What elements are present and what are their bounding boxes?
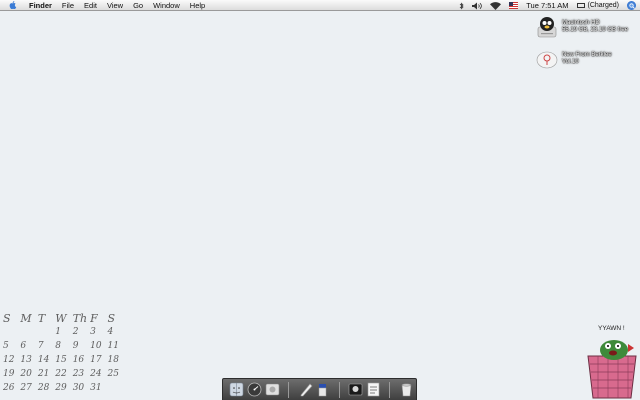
calendar-weekdays: S M T W Th F S — [3, 312, 125, 327]
calendar-day: 31 — [90, 383, 102, 393]
calendar-day: 5 — [3, 341, 9, 351]
calendar-week: 12 13 14 15 16 17 18 — [3, 355, 125, 369]
weekday: T — [37, 312, 46, 325]
terminal-icon[interactable] — [348, 382, 364, 398]
calendar-day: 15 — [55, 355, 67, 365]
calendar-week: 1 2 3 4 — [3, 327, 125, 341]
weekday: Th — [72, 312, 88, 325]
desktop-icon-label: New From Berklee Vol.10 — [562, 52, 612, 66]
dock-separator — [389, 381, 391, 398]
pencil-icon[interactable] — [297, 382, 313, 398]
calendar-day: 20 — [20, 369, 32, 379]
document-icon[interactable] — [365, 382, 381, 398]
berklee-detail: Vol.10 — [562, 59, 579, 65]
weekday: F — [90, 312, 98, 325]
battery-status[interactable]: (Charged) — [577, 2, 619, 9]
calendar-day: 2 — [72, 327, 79, 337]
menu-file[interactable]: File — [62, 0, 74, 11]
calendar-day: 18 — [107, 355, 119, 365]
glass-icon[interactable] — [315, 382, 331, 398]
calendar-day: 11 — [107, 341, 119, 351]
calendar-day: 17 — [90, 355, 102, 365]
calendar-day: 4 — [107, 327, 114, 337]
calendar-week: 5 6 7 8 9 10 11 — [3, 341, 125, 355]
desktop-icon-label: Macintosh HD 55.19 GB, 23.19 GB free — [562, 20, 628, 34]
calendar-day: 7 — [37, 341, 44, 351]
bluetooth-icon[interactable] — [459, 2, 464, 10]
calendar-week: 26 27 28 29 30 31 — [3, 383, 125, 397]
dock-separator — [338, 381, 340, 398]
calendar-day: 9 — [72, 341, 79, 351]
menu-edit[interactable]: Edit — [84, 0, 97, 11]
calendar-day — [108, 383, 125, 397]
calendar-day: 16 — [72, 355, 85, 365]
app-icon[interactable] — [265, 382, 281, 398]
dock-separator — [288, 381, 290, 398]
weekday: S — [3, 312, 11, 325]
berklee-name: New From Berklee — [562, 52, 612, 58]
macintosh-hd-detail: 55.19 GB, 23.19 GB free — [562, 27, 629, 33]
calendar-day: 14 — [37, 355, 50, 365]
calendar-day: 23 — [72, 369, 85, 379]
calendar-day — [20, 327, 37, 341]
volume-icon[interactable] — [472, 2, 483, 10]
calendar-day: 28 — [37, 383, 50, 393]
wifi-icon[interactable] — [490, 1, 502, 10]
dashboard-icon[interactable] — [247, 382, 263, 398]
calendar-day: 12 — [3, 355, 15, 365]
battery-icon — [577, 3, 586, 8]
weekday: M — [20, 312, 32, 325]
calendar-day: 26 — [3, 383, 15, 393]
calendar-day: 24 — [90, 369, 102, 379]
dock — [222, 378, 417, 400]
apple-logo-icon[interactable] — [9, 1, 17, 9]
calendar-day — [3, 327, 20, 341]
calendar-day: 22 — [55, 369, 67, 379]
desktop-icon-macintosh-hd[interactable]: Macintosh HD 55.19 GB, 23.19 GB free — [536, 15, 628, 39]
menu-clock[interactable]: Tue 7:51 AM — [526, 1, 568, 10]
cartoon-sticker: YYAWN ! — [582, 316, 640, 400]
menu-view[interactable]: View — [107, 0, 123, 11]
menu-finder[interactable]: Finder — [29, 0, 52, 11]
weekday: S — [107, 312, 116, 325]
menu-window[interactable]: Window — [153, 0, 180, 11]
finder-icon[interactable] — [229, 382, 245, 398]
calendar-day: 10 — [90, 341, 102, 351]
calendar-day: 27 — [20, 383, 32, 393]
calendar-day: 13 — [20, 355, 32, 365]
calendar-day: 30 — [72, 383, 85, 393]
calendar-day: 1 — [55, 327, 61, 337]
macintosh-hd-name: Macintosh HD — [562, 20, 600, 26]
calendar-week: 19 20 21 22 23 24 25 — [3, 369, 125, 383]
calendar-day: 19 — [3, 369, 15, 379]
calendar-day — [38, 327, 55, 341]
calendar-day: 25 — [107, 369, 119, 379]
desktop-icon-berklee[interactable]: New From Berklee Vol.10 — [536, 49, 612, 69]
cartoon-caption: YYAWN ! — [598, 325, 625, 332]
battery-label: (Charged) — [587, 2, 619, 9]
calendar-day: 29 — [55, 383, 67, 393]
calendar-day: 3 — [90, 327, 96, 337]
spotlight-icon[interactable] — [627, 1, 636, 10]
weekday: W — [55, 312, 67, 325]
menu-bar: Finder File Edit View Go Window Help Tue… — [0, 0, 640, 11]
flag-icon[interactable] — [509, 2, 519, 9]
calendar-day: 21 — [37, 369, 50, 379]
calendar-day: 8 — [55, 341, 61, 351]
menu-extras: Tue 7:51 AM (Charged) — [459, 0, 640, 11]
trash-icon[interactable] — [398, 382, 414, 398]
hard-drive-icon — [537, 17, 557, 38]
menu-go[interactable]: Go — [133, 0, 143, 11]
menu-help[interactable]: Help — [190, 0, 205, 11]
calendar-day: 6 — [20, 341, 27, 351]
calendar-widget: S M T W Th F S 1 2 3 4 5 6 7 8 9 10 11 1… — [3, 312, 125, 397]
disc-icon — [536, 51, 558, 69]
